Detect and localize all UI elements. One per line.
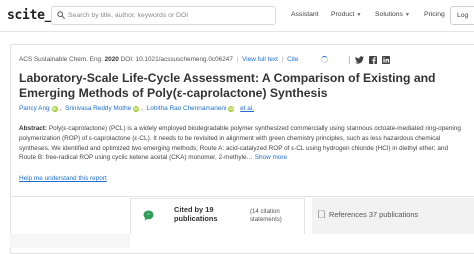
cited-by-label: Cited by 19 publications [174,205,218,224]
chevron-down-icon: ▼ [356,12,362,18]
help-understand-report-link[interactable]: Help me understand this report [19,175,107,182]
loading-spinner-icon [321,56,328,63]
orcid-icon[interactable]: iD [133,106,140,112]
orcid-icon[interactable]: iD [228,106,235,112]
nav-assistant[interactable]: Assistant [291,11,319,18]
search-input[interactable] [68,8,273,23]
abstract-label: Abstract: [19,125,48,132]
author-separator: , [59,105,62,112]
publication-year: 2020 [104,56,119,63]
chevron-down-icon: ▼ [404,12,410,18]
references-label: References 37 publications [329,210,419,219]
author-link[interactable]: Pancy Ang [19,105,50,112]
search-icon [57,11,65,19]
nav-product-label: Product [331,11,355,18]
linkedin-icon[interactable] [382,55,390,64]
top-navigation: scite_ Assistant Product▼ Solutions▼ Pri… [0,0,474,32]
paper-title: Laboratory-Scale Life-Cycle Assessment: … [19,71,436,100]
search-box[interactable] [51,6,276,25]
orcid-icon[interactable]: iD [51,106,58,112]
paper-meta: ACS Sustainable Chem. Eng. 2020 DOI: 10.… [19,56,299,63]
abstract: Abstract: Poly(ε-caprolactone) (PCL) is … [19,124,464,163]
facebook-icon[interactable] [369,55,377,64]
login-button[interactable]: Log [450,6,474,25]
tab-cited-by[interactable]: " Cited by 19 publications (14 citation … [130,198,305,234]
nav-product[interactable]: Product ▼ [331,11,361,18]
nav-pricing[interactable]: Pricing [424,11,445,18]
author-separator: , [141,105,143,112]
quote-bubble-icon: " [143,210,154,221]
et-al-link[interactable]: et al. [240,105,254,112]
show-more-link[interactable]: Show more [255,154,287,161]
author-list: Pancy Ang iD, Srinivasa Reddy Mothe iD, Lo… [19,105,254,112]
author-link[interactable]: Srinivasa Reddy Mothe [65,105,131,112]
svg-text:": " [147,213,149,219]
share-bar [349,55,395,64]
nav-solutions-label: Solutions [375,11,403,18]
nav-solutions[interactable]: Solutions ▼ [375,11,410,18]
divider: | [281,56,284,63]
abstract-text: Poly(ε-caprolactone) (PCL) is a widely e… [19,125,461,162]
author-link[interactable]: Lohitha Rao Chennamaneni [147,105,227,112]
citation-statements-count: (14 citation statements) [250,208,282,223]
divider: | [236,56,239,63]
doi[interactable]: DOI: 10.1021/acssuschemeng.0c06247 [121,56,233,63]
view-full-text-link[interactable]: View full text [242,56,278,63]
cite-link[interactable]: Cite [287,56,298,63]
scite-logo[interactable]: scite_ [7,8,52,23]
twitter-icon[interactable] [355,55,364,64]
document-icon [318,210,325,218]
tab-references[interactable]: References 37 publications [312,198,474,234]
journal-name: ACS Sustainable Chem. Eng. [19,56,103,63]
tab-spacer [10,234,130,248]
divider [349,55,350,64]
